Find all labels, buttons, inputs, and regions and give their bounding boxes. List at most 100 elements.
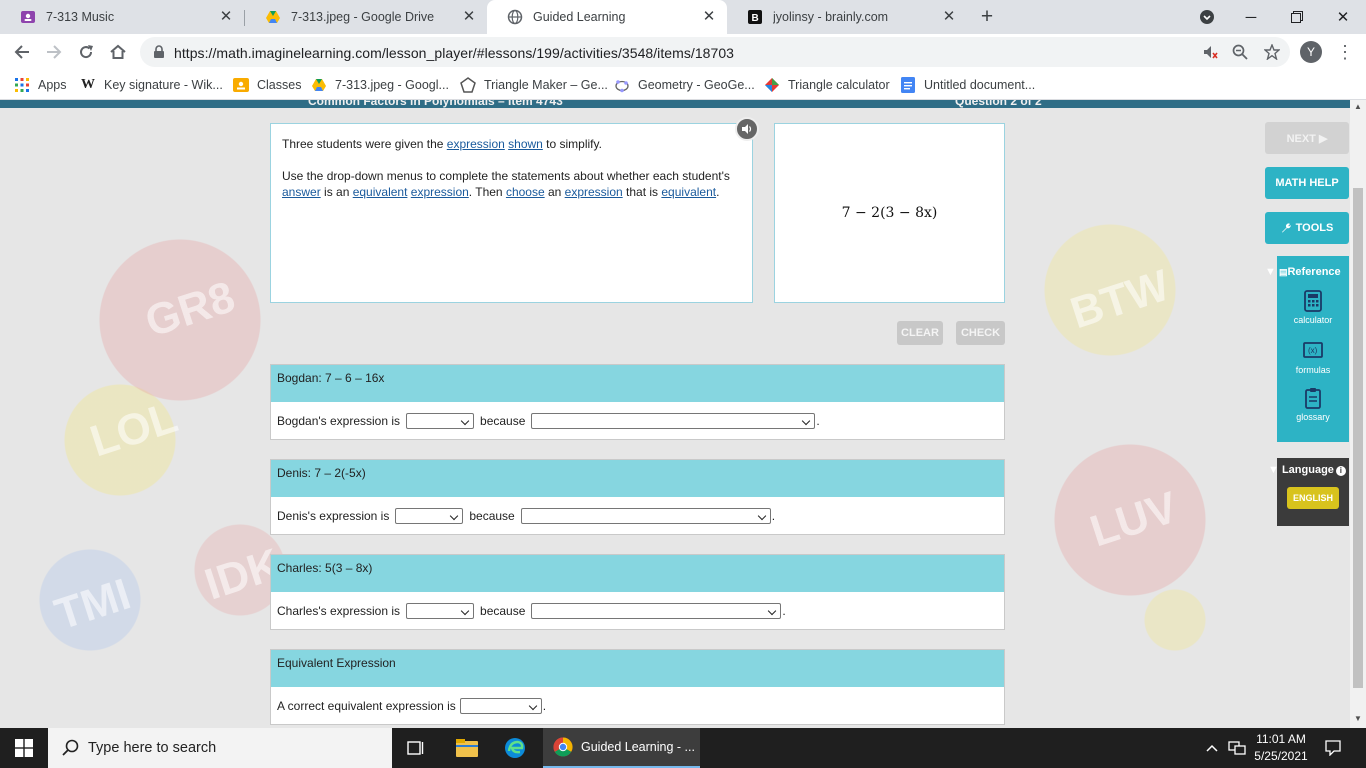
question-row: Bogdan's expression is because .	[271, 402, 1004, 440]
sound-muted-icon[interactable]	[1200, 42, 1220, 62]
reason-dropdown[interactable]	[520, 508, 771, 524]
tab-brainly[interactable]: B jyolinsy - brainly.com ✕	[727, 0, 967, 34]
bookmark-google-drive[interactable]: 7-313.jpeg - Googl...	[311, 75, 449, 95]
glossary-tool[interactable]: glossary	[1277, 387, 1349, 422]
tools-button[interactable]: TOOLS	[1265, 212, 1349, 244]
bookmark-untitled-document[interactable]: Untitled document...	[900, 75, 1035, 95]
address-bar[interactable]: https://math.imaginelearning.com/lesson_…	[140, 37, 1290, 67]
formulas-label: formulas	[1295, 365, 1331, 375]
equivalence-dropdown[interactable]	[406, 413, 475, 429]
prompt-text: to simplify.	[542, 137, 602, 151]
chevron-up-icon	[1206, 744, 1218, 752]
profile-avatar[interactable]: Y	[1300, 41, 1322, 63]
star-icon[interactable]	[1262, 42, 1282, 62]
reload-button[interactable]	[74, 40, 98, 64]
notifications-button[interactable]	[1320, 728, 1346, 768]
audio-button[interactable]	[735, 117, 759, 141]
tab-guided-learning[interactable]: Guided Learning ✕	[487, 0, 727, 34]
scroll-thumb[interactable]	[1353, 188, 1363, 688]
minimize-button[interactable]: ─	[1228, 0, 1274, 34]
period: .	[542, 699, 547, 713]
new-tab-button[interactable]: +	[976, 6, 998, 28]
lesson-header-bar	[0, 100, 1350, 108]
edge-button[interactable]	[491, 728, 539, 768]
vocab-link[interactable]: expression	[447, 137, 505, 151]
chevron-down-icon	[1200, 10, 1214, 24]
next-button[interactable]: NEXT ▶	[1265, 122, 1349, 154]
window-close-button[interactable]: ✕	[1320, 0, 1366, 34]
start-button[interactable]	[0, 728, 48, 768]
search-icon	[62, 739, 79, 756]
bookmark-wikipedia[interactable]: W Key signature - Wik...	[80, 75, 223, 95]
chrome-taskbar-button[interactable]: Guided Learning - ...	[543, 728, 700, 768]
equivalence-dropdown[interactable]	[395, 508, 464, 524]
task-view-button[interactable]	[392, 728, 440, 768]
expression-dropdown[interactable]	[459, 698, 542, 714]
google-drive-icon	[311, 77, 327, 93]
background-sticker: GR8	[139, 272, 241, 347]
lock-icon	[154, 45, 164, 58]
browser-menu-button[interactable]: ⋮	[1335, 41, 1355, 63]
forward-button[interactable]	[42, 40, 66, 64]
clear-button[interactable]: CLEAR	[897, 321, 943, 345]
bookmark-label: 7-313.jpeg - Googl...	[335, 78, 449, 92]
period: .	[816, 414, 820, 428]
back-button[interactable]	[10, 40, 34, 64]
vocab-link[interactable]: equivalent	[661, 185, 716, 199]
restore-button[interactable]	[1274, 0, 1320, 34]
bookmark-label: Classes	[257, 78, 302, 92]
formulas-tool[interactable]: (x) formulas	[1277, 340, 1349, 375]
bookmark-apps[interactable]: Apps	[14, 75, 67, 95]
tab-search-button[interactable]	[1184, 0, 1230, 34]
bookmark-triangle-calculator[interactable]: Triangle calculator	[764, 75, 890, 95]
close-icon[interactable]: ✕	[941, 9, 957, 25]
tab-music[interactable]: 7-313 Music ✕	[0, 0, 244, 34]
file-explorer-button[interactable]	[443, 728, 491, 768]
reason-dropdown[interactable]	[531, 603, 782, 619]
bookmark-triangle-maker[interactable]: Triangle Maker – Ge...	[460, 75, 608, 95]
vocab-link[interactable]: shown	[508, 137, 543, 151]
question-counter: Question 2 of 2	[955, 100, 1042, 108]
tray-expand-button[interactable]	[1200, 728, 1224, 768]
wrench-icon	[1281, 223, 1291, 233]
tab-google-drive[interactable]: 7-313.jpeg - Google Drive ✕	[245, 0, 487, 34]
prompt-text: that is	[622, 185, 662, 199]
math-help-button[interactable]: MATH HELP	[1265, 167, 1349, 199]
vocab-link[interactable]: expression	[411, 185, 469, 199]
calculator-tool[interactable]: calculator	[1277, 290, 1349, 325]
zoom-icon[interactable]	[1230, 42, 1250, 62]
expression-panel: 7 − 2(3 − 8x)	[774, 123, 1005, 303]
reason-dropdown[interactable]	[531, 413, 816, 429]
bookmark-geogebra[interactable]: Geometry - GeoGe...	[614, 75, 755, 95]
reference-toggle[interactable]: ▼ ▤Reference	[1265, 266, 1341, 278]
check-button[interactable]: CHECK	[956, 321, 1005, 345]
english-button[interactable]: ENGLISH	[1287, 487, 1339, 509]
home-button[interactable]	[106, 40, 130, 64]
close-icon[interactable]: ✕	[461, 9, 477, 25]
vocab-link[interactable]: expression	[565, 185, 623, 199]
close-icon[interactable]: ✕	[218, 9, 234, 25]
system-clock[interactable]: 11:01 AM 5/25/2021	[1250, 731, 1312, 765]
language-toggle[interactable]: ▼ Language i	[1268, 464, 1346, 476]
info-icon[interactable]: i	[1335, 466, 1346, 476]
network-icon	[1228, 741, 1246, 755]
bookmark-classes[interactable]: Classes	[233, 75, 301, 95]
vocab-link[interactable]: answer	[282, 185, 321, 199]
scroll-up-arrow[interactable]: ▲	[1350, 100, 1366, 114]
clock-date: 5/25/2021	[1254, 749, 1308, 763]
network-button[interactable]	[1225, 728, 1249, 768]
prompt-paragraph-2: Use the drop-down menus to complete the …	[282, 168, 741, 200]
prompt-panel: Three students were given the expression…	[270, 123, 753, 303]
vocab-link[interactable]: choose	[506, 185, 545, 199]
reference-title: Reference	[1287, 266, 1341, 278]
vocab-link[interactable]: equivalent	[353, 185, 408, 199]
question-bogdan: Bogdan: 7 – 6 – 16x Bogdan's expression …	[270, 364, 1005, 440]
scroll-down-arrow[interactable]: ▼	[1350, 712, 1366, 726]
prompt-text: .	[716, 185, 720, 199]
taskbar-search[interactable]: Type here to search	[48, 728, 392, 768]
close-icon[interactable]: ✕	[701, 9, 717, 25]
equivalence-dropdown[interactable]	[406, 603, 475, 619]
page-scrollbar[interactable]: ▲ ▼	[1350, 100, 1366, 728]
question-header: Equivalent Expression	[271, 650, 1004, 687]
question-row: Denis's expression is because .	[271, 497, 1004, 535]
